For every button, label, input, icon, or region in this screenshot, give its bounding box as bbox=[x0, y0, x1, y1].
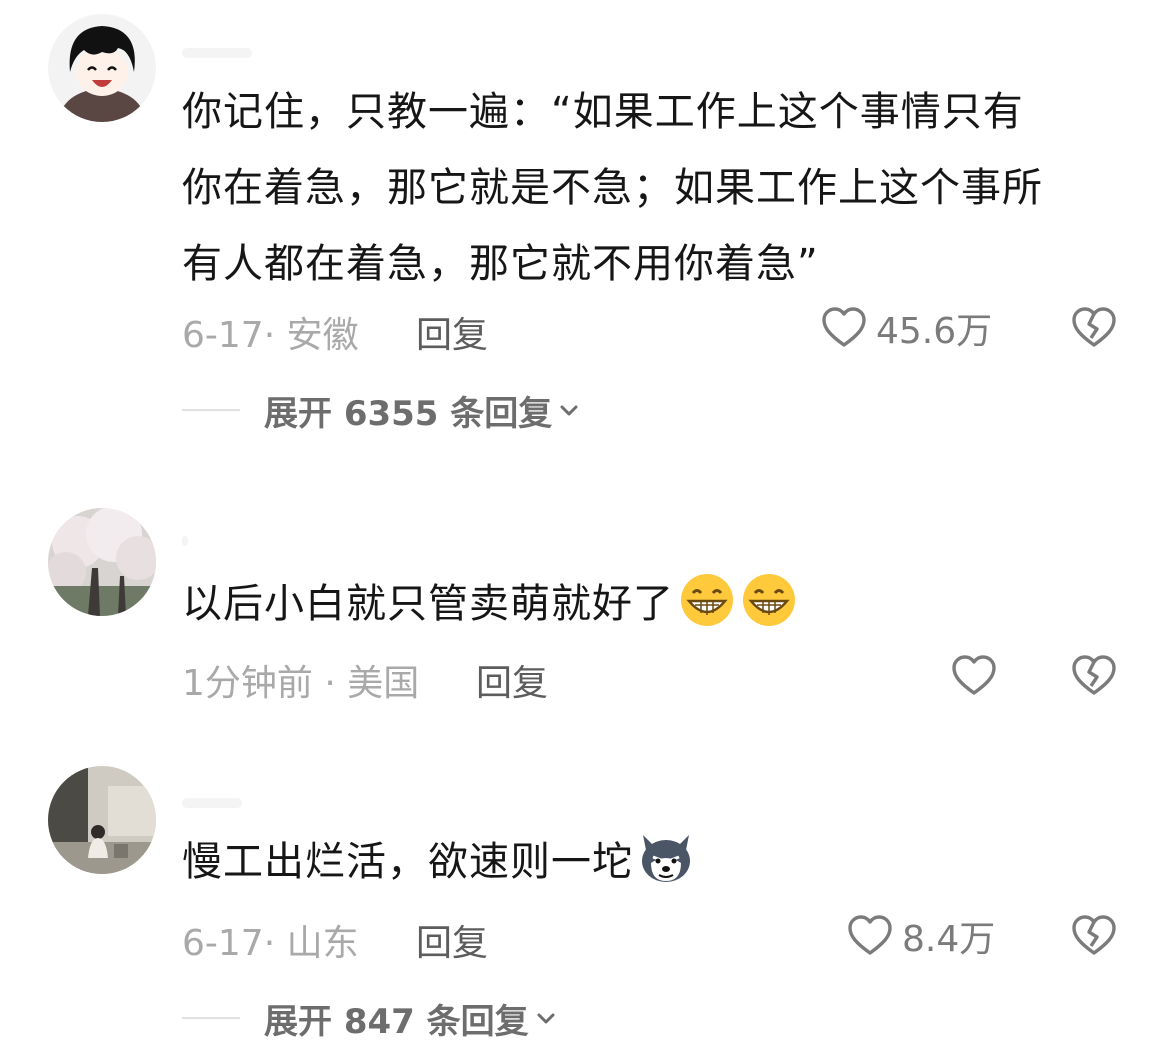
username[interactable] bbox=[182, 536, 188, 546]
expand-replies-button[interactable]: 展开 6355 条回复 bbox=[182, 386, 580, 434]
comment-meta: 1分钟前 · 美国 bbox=[182, 663, 420, 704]
expand-replies-label: 展开 847 条回复 bbox=[264, 1001, 529, 1042]
dislike-button[interactable] bbox=[1070, 912, 1118, 960]
reply-button[interactable]: 回复 bbox=[416, 306, 488, 358]
husky-dog-emoji bbox=[642, 835, 690, 882]
heart-icon bbox=[822, 307, 866, 347]
like-button[interactable]: 8.4万 bbox=[846, 912, 995, 960]
chevron-down-icon bbox=[537, 1013, 555, 1024]
like-count: 8.4万 bbox=[902, 919, 996, 960]
dislike-button[interactable] bbox=[1070, 304, 1118, 352]
comment-text: 以后小白就只管卖萌就好了 bbox=[182, 566, 1122, 642]
comment-text: 你记住，只教一遍：“如果工作上这个事情只有 你在着急，那它就是不急；如果工作上这… bbox=[182, 74, 1122, 302]
expand-replies-button[interactable]: 展开 847 条回复 bbox=[182, 994, 557, 1042]
like-count: 45.6万 bbox=[876, 311, 993, 352]
comment-meta: 6-17· 山东 bbox=[182, 923, 359, 964]
comment-text-line: 你记住，只教一遍：“如果工作上这个事情只有 bbox=[182, 89, 1024, 135]
like-button[interactable]: 45.6万 bbox=[820, 304, 992, 352]
broken-heart-icon bbox=[1072, 655, 1116, 695]
divider bbox=[182, 409, 240, 411]
heart-icon bbox=[952, 655, 996, 695]
reply-button[interactable]: 回复 bbox=[416, 914, 488, 966]
avatar[interactable] bbox=[48, 14, 156, 122]
heart-icon bbox=[848, 915, 892, 955]
comment-text-content: 以后小白就只管卖萌就好了 bbox=[182, 581, 674, 627]
expand-replies-label: 展开 6355 条回复 bbox=[264, 393, 553, 434]
username[interactable] bbox=[182, 798, 242, 808]
username[interactable] bbox=[182, 48, 252, 58]
comment-meta: 6-17· 安徽 bbox=[182, 315, 359, 356]
broken-heart-icon bbox=[1072, 307, 1116, 347]
comment-text: 慢工出烂活，欲速则一坨 bbox=[182, 824, 1122, 900]
reply-button[interactable]: 回复 bbox=[476, 654, 548, 706]
comment-text-line: 有人都在着急，那它就不用你着急” bbox=[182, 241, 819, 287]
broken-heart-icon bbox=[1072, 915, 1116, 955]
like-button[interactable] bbox=[950, 652, 998, 700]
comment-text-content: 慢工出烂活，欲速则一坨 bbox=[182, 839, 633, 885]
dislike-button[interactable] bbox=[1070, 652, 1118, 700]
avatar[interactable] bbox=[48, 508, 156, 616]
grinning-emoji bbox=[743, 574, 795, 626]
avatar[interactable] bbox=[48, 766, 156, 874]
chevron-down-icon bbox=[560, 405, 578, 416]
divider bbox=[182, 1017, 240, 1019]
comment-text-line: 你在着急，那它就是不急；如果工作上这个事所 bbox=[182, 165, 1043, 211]
grinning-emoji bbox=[681, 574, 733, 626]
